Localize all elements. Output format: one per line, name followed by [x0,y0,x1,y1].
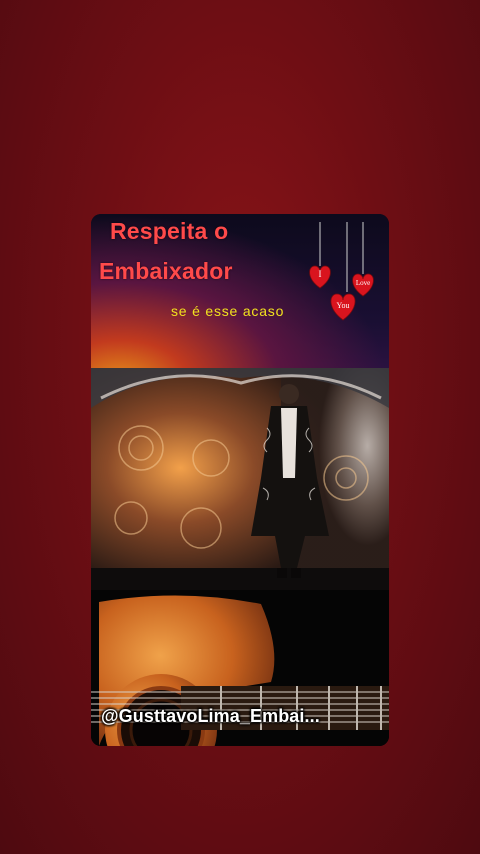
title-line-1: Respeita o [110,218,229,244]
title-line-2: Embaixador [99,258,233,284]
heart-word-1: I [319,269,322,279]
story-screen: { "card": { "title_line1": "Respeita o",… [0,0,480,854]
heart-icon: I [309,265,331,289]
heart-icon: You [330,293,356,321]
video-header-banner: Respeita o Embaixador se é esse acaso I … [91,214,389,368]
creator-handle-link[interactable]: @GusttavoLima_Embai... [101,706,320,727]
heart-icon: Love [352,273,374,297]
hanging-hearts: I Love You [309,222,374,321]
video-card[interactable]: Respeita o Embaixador se é esse acaso I … [91,214,389,746]
stage-performer-image [91,368,389,590]
lyric-caption: se é esse acaso [171,303,285,319]
heart-word-3: You [337,301,350,310]
heart-word-2: Love [356,279,370,287]
